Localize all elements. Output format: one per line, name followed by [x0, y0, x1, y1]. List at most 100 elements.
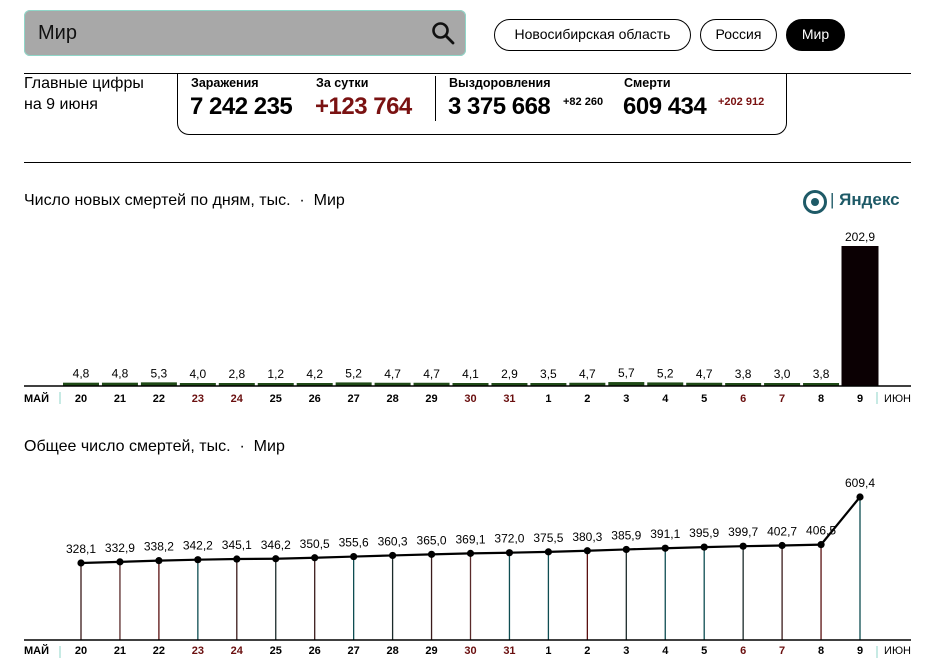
daily-deaths-title-text: Число новых смертей по дням, тыс. — [24, 192, 291, 209]
daily-deaths-value-label: 5,2 — [657, 366, 674, 380]
total-deaths-point — [389, 551, 397, 560]
total-deaths-tick-label: 28 — [386, 645, 398, 657]
section-divider — [24, 162, 911, 163]
daily-deaths-tick-label: 6 — [740, 393, 746, 405]
daily-deaths-month-start: МАЙ — [24, 392, 49, 405]
daily-deaths-value-label: 4,7 — [579, 367, 596, 381]
daily-deaths-tick-label: 28 — [386, 393, 398, 405]
total-deaths-tick-label: 3 — [623, 645, 629, 657]
search-input[interactable]: Мир — [38, 22, 77, 45]
daily-deaths-value-label: 4,7 — [423, 367, 440, 381]
daily-deaths-value-label: 4,8 — [73, 367, 90, 381]
title-dot-separator: · — [290, 192, 314, 209]
daily-deaths-tick-label: 4 — [662, 393, 669, 405]
deaths-label: Смерти — [624, 76, 671, 90]
total-deaths-point — [116, 558, 124, 566]
stats-divider — [435, 76, 436, 121]
total-deaths-tick-label: 27 — [348, 645, 360, 657]
total-deaths-value-label: 346,2 — [261, 538, 291, 552]
daily-deaths-value-label: 4,7 — [696, 367, 713, 381]
total-deaths-tick-label: 24 — [231, 645, 244, 657]
total-deaths-tick-label: 22 — [153, 645, 165, 657]
recoveries-delta: +82 260 — [563, 96, 604, 108]
daily-deaths-value-label: 5,2 — [345, 366, 362, 380]
total-deaths-point — [778, 541, 786, 550]
daily-deaths-tick-label: 30 — [464, 393, 476, 405]
total-deaths-tick-label: 30 — [464, 645, 476, 657]
total-deaths-point — [817, 541, 825, 549]
total-deaths-value-label: 375,5 — [533, 531, 563, 545]
daily-deaths-value-label: 3,8 — [735, 367, 752, 381]
total-deaths-value-label: 328,1 — [66, 542, 96, 556]
total-deaths-chart-title: Общее число смертей, тыс. · Мир — [24, 438, 285, 456]
daily-deaths-tick-label: 23 — [192, 393, 204, 405]
total-deaths-value-label: 342,2 — [183, 539, 213, 553]
total-deaths-point — [427, 550, 436, 558]
region-russia-button[interactable]: Россия — [700, 19, 777, 51]
daily-deaths-tick-label: 1 — [545, 393, 551, 405]
daily-deaths-value-label: 4,8 — [112, 367, 129, 381]
total-deaths-tick-label: 31 — [503, 645, 515, 657]
search-icon[interactable] — [430, 20, 456, 46]
total-deaths-value-label: 399,7 — [728, 525, 758, 539]
daily-deaths-value-label: 4,0 — [190, 367, 207, 381]
daily-deaths-tick-label: 29 — [425, 393, 437, 405]
total-deaths-value-label: 365,0 — [417, 533, 447, 547]
daily-deaths-value-label: 4,2 — [306, 367, 323, 381]
daily-deaths-value-label: 1,2 — [267, 367, 284, 381]
search-box[interactable]: Мир — [24, 10, 466, 56]
total-deaths-value-label: 391,1 — [650, 527, 680, 541]
daily-deaths-value-label: 202,9 — [845, 230, 875, 244]
recoveries-label: Выздоровления — [449, 76, 551, 90]
total-deaths-tick-label: 1 — [545, 645, 551, 657]
region-world-button[interactable]: Мир — [786, 19, 845, 51]
total-deaths-point — [311, 554, 319, 562]
total-deaths-point — [233, 555, 241, 563]
daily-deaths-value-label: 2,8 — [228, 367, 245, 381]
daily-deaths-region: Мир — [313, 192, 345, 209]
daily-deaths-tick-label: 20 — [75, 393, 87, 405]
daily-deaths-tick-label: 31 — [503, 393, 515, 405]
daily-deaths-tick-label: 7 — [779, 393, 785, 405]
daily-deaths-tick-label: 25 — [270, 393, 282, 405]
daily-deaths-tick-label: 3 — [623, 393, 629, 405]
total-deaths-tick-label: 7 — [779, 645, 785, 657]
total-deaths-value-label: 609,4 — [845, 476, 875, 490]
region-novosibirsk-button[interactable]: Новосибирская область — [494, 19, 691, 51]
total-deaths-point — [661, 544, 669, 552]
total-deaths-value-label: 372,0 — [494, 532, 524, 546]
total-deaths-title-text: Общее число смертей, тыс. — [24, 438, 231, 455]
total-deaths-month-end: ИЮН — [884, 645, 911, 657]
deaths-delta: +202 912 — [718, 96, 765, 108]
daily-deaths-tick-label: 2 — [584, 393, 590, 405]
total-deaths-tick-label: 2 — [584, 645, 590, 657]
total-deaths-tick-label: 6 — [740, 645, 746, 657]
total-deaths-line-chart: 328,1 332,9 338,2 342,2 345,1 346,2 350,5 355,6… — [24, 476, 911, 658]
total-deaths-tick-label: 20 — [75, 645, 87, 657]
daily-deaths-tick-label: 24 — [231, 393, 244, 405]
daily-deaths-value-label: 2,9 — [501, 367, 518, 381]
daily-deaths-value-label: 4,1 — [462, 367, 479, 381]
daily-deaths-month-end: ИЮН — [884, 393, 911, 405]
total-deaths-point — [466, 549, 475, 557]
total-deaths-value-label: 369,1 — [455, 532, 485, 546]
daily-deaths-value-label: 5,3 — [151, 366, 168, 380]
total-deaths-tick-label: 5 — [701, 645, 707, 657]
total-deaths-point — [622, 545, 630, 554]
total-deaths-point — [505, 549, 514, 557]
total-deaths-region: Мир — [253, 438, 285, 455]
total-deaths-point — [194, 556, 202, 564]
total-deaths-value-label: 402,7 — [767, 525, 797, 539]
daily-label: За сутки — [316, 76, 369, 90]
deaths-value: 609 434 — [623, 93, 707, 120]
total-deaths-point — [77, 559, 85, 567]
total-deaths-point — [583, 547, 591, 555]
total-deaths-value-label: 345,1 — [222, 538, 252, 552]
daily-deaths-tick-label: 21 — [114, 393, 126, 405]
daily-deaths-value-label: 3,5 — [540, 367, 557, 381]
total-deaths-point — [350, 552, 358, 561]
total-deaths-tick-label: 9 — [857, 645, 863, 657]
total-deaths-value-label: 332,9 — [105, 541, 135, 555]
total-deaths-point — [544, 548, 553, 556]
total-deaths-point — [272, 555, 280, 563]
